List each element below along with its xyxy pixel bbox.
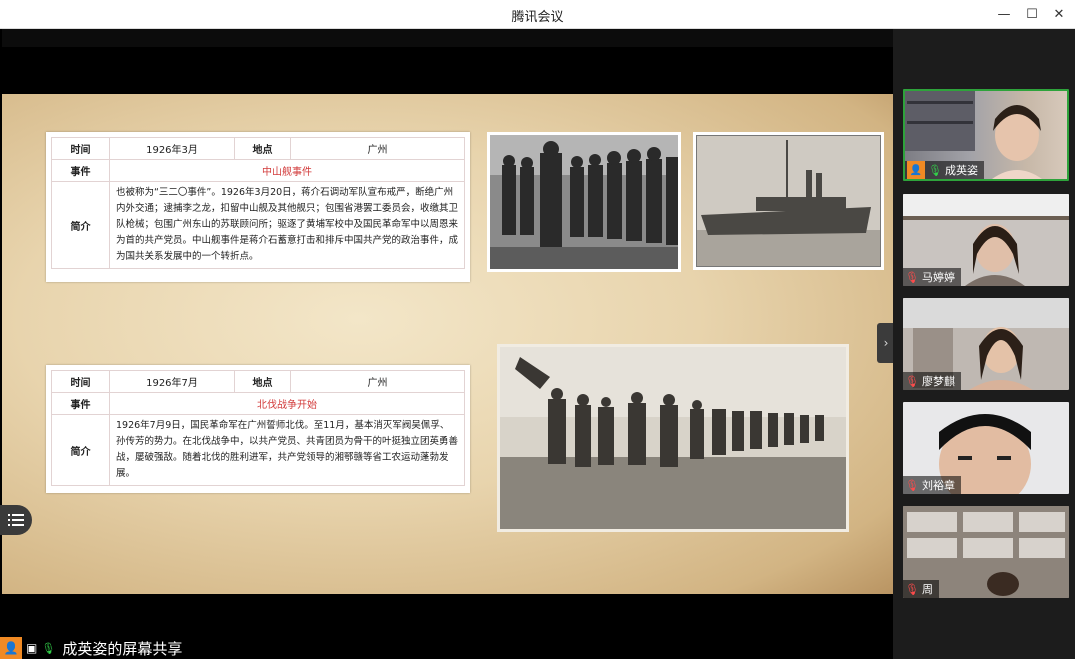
event-card-zhongshan: 时间 1926年3月 地点 广州 事件 中山舰事件 简介 也被称为“三二〇事件”…: [46, 132, 470, 282]
title-bar: 腾讯会议 — ☐ ✕: [0, 0, 1075, 29]
share-label: 成英姿的屏幕共享: [59, 637, 186, 659]
close-button[interactable]: ✕: [1048, 4, 1070, 24]
place-value: 广州: [290, 137, 465, 160]
participant-tile[interactable]: 👤 🎙 成英姿: [903, 89, 1069, 181]
presentation-slide: 时间 1926年3月 地点 广州 事件 中山舰事件 简介 也被称为“三二〇事件”…: [2, 94, 893, 594]
time-label: 时间: [51, 137, 110, 160]
summary-label: 简介: [51, 414, 110, 486]
participant-panel: 👤 🎙 成英姿 🎙 马婷婷 🎙 廖梦麒 🎙 刘裕章 🎙 周: [893, 29, 1075, 659]
participant-name: 刘裕章: [921, 479, 955, 492]
event-label: 事件: [51, 392, 110, 415]
minimize-button[interactable]: —: [993, 4, 1015, 24]
maximize-button[interactable]: ☐: [1021, 4, 1043, 24]
list-icon: [8, 514, 24, 526]
time-value: 1926年3月: [109, 137, 235, 160]
share-top-strip: [2, 29, 893, 47]
event-value: 北伐战争开始: [109, 392, 465, 415]
time-value: 1926年7月: [109, 370, 235, 393]
marching-army-photo: [497, 344, 849, 532]
event-label: 事件: [51, 159, 110, 182]
mic-muted-icon: 🎙: [905, 374, 919, 388]
user-avatar-icon: 👤: [907, 161, 925, 179]
mic-muted-icon: 🎙: [905, 270, 919, 284]
place-label: 地点: [234, 370, 291, 393]
participant-tile[interactable]: 🎙 周: [903, 506, 1069, 598]
warship-photo: [693, 132, 884, 270]
participant-tile[interactable]: 🎙 马婷婷: [903, 194, 1069, 286]
participant-name: 廖梦麒: [921, 375, 955, 388]
place-value: 广州: [290, 370, 465, 393]
mic-muted-icon: 🎙: [905, 582, 919, 596]
time-label: 时间: [51, 370, 110, 393]
participant-name: 马婷婷: [921, 271, 955, 284]
summary-text: 也被称为“三二〇事件”。1926年3月20日，蒋介石调动军队宣布戒严，断绝广州内…: [109, 181, 465, 269]
mic-muted-icon: 🎙: [905, 478, 919, 492]
event-value: 中山舰事件: [109, 159, 465, 182]
mic-on-icon: 🎙: [41, 641, 56, 655]
share-status-bar: 👤 ▣ 🎙 成英姿的屏幕共享: [0, 637, 186, 659]
event-card-northern-expedition: 时间 1926年7月 地点 广州 事件 北伐战争开始 简介 1926年7月9日，…: [46, 365, 470, 493]
screen-share-icon: ▣: [26, 641, 38, 655]
user-avatar-icon: 👤: [0, 637, 22, 659]
summary-text: 1926年7月9日，国民革命军在广州誓师北伐。至11月，基本消灭军阀吴佩孚、孙传…: [109, 414, 465, 486]
participants-list-button[interactable]: [0, 505, 32, 535]
window-title: 腾讯会议: [511, 10, 564, 25]
soldiers-lineup-photo: [487, 132, 681, 272]
summary-label: 简介: [51, 181, 110, 269]
mic-on-icon: 🎙: [928, 163, 942, 177]
participant-tile[interactable]: 🎙 廖梦麒: [903, 298, 1069, 390]
participant-tile[interactable]: 🎙 刘裕章: [903, 402, 1069, 494]
place-label: 地点: [234, 137, 291, 160]
participant-name: 成英姿: [944, 164, 978, 177]
participant-name: 周: [921, 583, 933, 596]
